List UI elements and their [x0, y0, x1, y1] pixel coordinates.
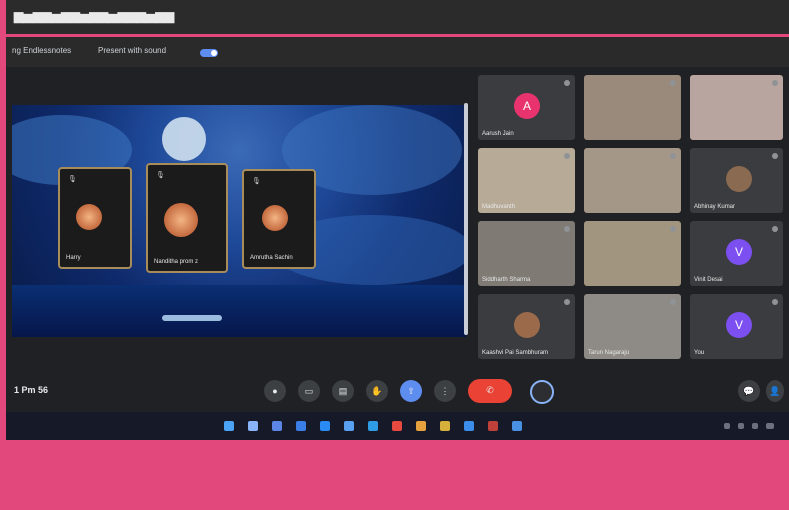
more-options-button[interactable]: ⋮ — [434, 380, 456, 402]
captions-button[interactable]: ▤ — [332, 380, 354, 402]
chrome-icon[interactable] — [392, 421, 402, 431]
participant-tile[interactable]: Madhuvanth — [478, 148, 575, 213]
moon-reflection — [162, 315, 222, 321]
avatar: A — [514, 93, 540, 119]
task-view-icon[interactable] — [272, 421, 282, 431]
more-options-icon[interactable] — [772, 226, 778, 232]
window-title: ▆▅▆▆▅▆▆▅▆▆▅▆▆▆▅▆▆ — [14, 9, 175, 23]
participant-name: Aarush Jain — [482, 131, 514, 137]
mic-button[interactable]: ● — [264, 380, 286, 402]
participant-tile[interactable] — [584, 75, 681, 140]
more-options-icon[interactable] — [772, 80, 778, 86]
meeting-window: ▆▅▆▆▅▆▆▅▆▆▅▆▆▆▅▆▆ ng Endlessnotes Presen… — [6, 0, 789, 440]
participant-name: Vinit Desai — [694, 277, 723, 283]
tile-name: Amrutha Sachin — [250, 255, 293, 261]
teams-icon[interactable] — [368, 421, 378, 431]
meeting-stage: 🎙 Harry 🎙 Nanditha prom z 🎙 Amrutha Sach… — [6, 67, 789, 372]
participant-name: Abhinay Kumar — [694, 204, 736, 210]
participant-name: Tarun Nagaraju — [588, 350, 630, 356]
volume-icon[interactable] — [752, 423, 758, 429]
more-options-icon[interactable] — [670, 226, 676, 232]
tile-name: Harry — [66, 255, 81, 261]
sound-toggle[interactable] — [200, 49, 218, 57]
participant-tile[interactable] — [584, 221, 681, 286]
participant-name: Madhuvanth — [482, 204, 516, 210]
more-options-icon[interactable] — [772, 153, 778, 159]
mic-icon: 🎙 — [68, 176, 77, 183]
app-icon[interactable] — [488, 421, 498, 431]
more-options-icon[interactable] — [564, 153, 570, 159]
present-with-sound-label[interactable]: Present with sound — [98, 46, 166, 55]
avatar: V — [726, 239, 752, 265]
mail-icon[interactable] — [344, 421, 354, 431]
presentation-tile[interactable]: 🎙 Amrutha Sachin — [242, 169, 316, 269]
participant-name: Siddharth Sharma — [482, 277, 531, 283]
presenting-label: ng Endlessnotes — [12, 46, 72, 55]
avatar: V — [726, 312, 752, 338]
more-options-icon[interactable] — [564, 299, 570, 305]
more-options-icon[interactable] — [772, 299, 778, 305]
activity-icon[interactable] — [530, 380, 554, 404]
presentation-view: 🎙 Harry 🎙 Nanditha prom z 🎙 Amrutha Sach… — [12, 105, 466, 337]
avatar — [726, 166, 752, 192]
raise-hand-button[interactable]: ✋ — [366, 380, 388, 402]
participant-tile[interactable]: V You — [690, 294, 783, 359]
tray-icon[interactable] — [724, 423, 730, 429]
presentation-scrollbar[interactable] — [464, 103, 468, 335]
camera-button[interactable]: ▭ — [298, 380, 320, 402]
wifi-icon[interactable] — [738, 423, 744, 429]
call-controls: 1 Pm 56 ● ▭ ▤ ✋ ⇧ ⋮ ✆ 💬 👤 — [6, 372, 789, 412]
presentation-tile[interactable]: 🎙 Harry — [58, 167, 132, 269]
moon-image — [162, 117, 206, 161]
share-screen-button[interactable]: ⇧ — [400, 380, 422, 402]
participant-tile[interactable]: Kaashvi Pai Sambhuram — [478, 294, 575, 359]
tile-name: Nanditha prom z — [154, 259, 199, 265]
more-options-icon[interactable] — [564, 80, 570, 86]
store-icon[interactable] — [464, 421, 474, 431]
presentation-toolbar: ng Endlessnotes Present with sound — [6, 37, 789, 67]
avatar — [514, 312, 540, 338]
leave-call-button[interactable]: ✆ — [468, 379, 512, 403]
start-icon[interactable] — [224, 421, 234, 431]
participant-tile[interactable] — [584, 148, 681, 213]
more-options-icon[interactable] — [564, 226, 570, 232]
title-bar: ▆▅▆▆▅▆▆▅▆▆▅▆▆▆▅▆▆ — [6, 0, 789, 37]
presentation-tile[interactable]: 🎙 Nanditha prom z — [146, 163, 228, 273]
participant-tile[interactable]: V Vinit Desai — [690, 221, 783, 286]
participant-name: Kaashvi Pai Sambhuram — [482, 350, 549, 356]
mic-icon: 🎙 — [252, 178, 261, 185]
participant-tile[interactable] — [690, 75, 783, 140]
widgets-icon[interactable] — [296, 421, 306, 431]
meeting-clock: 1 Pm 56 — [14, 385, 49, 395]
clock-icon[interactable] — [766, 423, 774, 429]
chat-button[interactable]: 💬 — [738, 380, 760, 402]
avatar — [164, 203, 198, 237]
photos-icon[interactable] — [440, 421, 450, 431]
more-options-icon[interactable] — [670, 153, 676, 159]
horizon-image — [12, 285, 466, 337]
more-options-icon[interactable] — [670, 299, 676, 305]
participant-tile[interactable]: A Aarush Jain — [478, 75, 575, 140]
avatar — [76, 204, 102, 230]
file-explorer-icon[interactable] — [416, 421, 426, 431]
participant-tile[interactable]: Abhinay Kumar — [690, 148, 783, 213]
search-icon[interactable] — [248, 421, 258, 431]
more-options-icon[interactable] — [670, 80, 676, 86]
mic-icon: 🎙 — [156, 172, 165, 179]
os-taskbar — [6, 412, 789, 440]
edge-icon[interactable] — [320, 421, 330, 431]
app-icon[interactable] — [512, 421, 522, 431]
avatar — [262, 205, 288, 231]
people-button[interactable]: 👤 — [766, 380, 784, 402]
participant-tile[interactable]: Tarun Nagaraju — [584, 294, 681, 359]
participant-tile[interactable]: Siddharth Sharma — [478, 221, 575, 286]
participant-name: You — [694, 350, 705, 356]
